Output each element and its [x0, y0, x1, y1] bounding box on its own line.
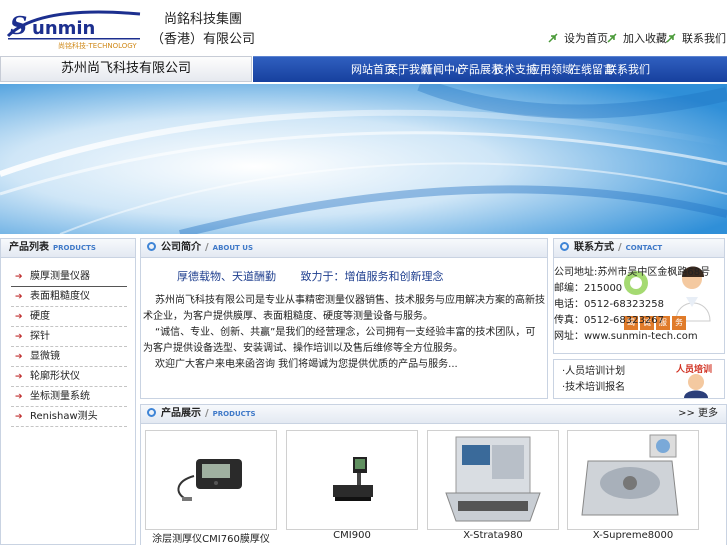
product-category-item[interactable]: ➔ 表面粗糙度仪 — [11, 287, 127, 307]
contact-us-link[interactable]: 联系我们 — [666, 30, 726, 46]
about-paragraph: 苏州尚飞科技有限公司是专业从事精密测量仪器销售、技术服务与应用解决方案的高新技术… — [143, 295, 545, 322]
training-panel: ·人员培训计划 ·技术培训报名 人员培训 — [553, 359, 725, 399]
leaf-icon — [607, 33, 617, 43]
product-thumbnail[interactable] — [427, 430, 559, 530]
bullet-circle-icon — [560, 242, 569, 251]
bullet-circle-icon — [147, 242, 156, 251]
nav-contact[interactable]: 联系我们 — [606, 57, 650, 83]
company-slogan: 厚德载物、天道酬勤 致力于：增值服务和创新理念 — [177, 270, 444, 283]
company-logo[interactable]: S unmin 尚铭科技-TECHNOLOGY — [4, 6, 144, 50]
product-thumbnail[interactable] — [145, 430, 277, 530]
product-list-panel: 产品列表 PRODUCTS ➔ 膜厚测量仪器 ➔ 表面粗糙度仪 ➔ 硬度 ➔ 探针 ➔ 显微… — [0, 238, 136, 545]
nav-applications[interactable]: 应用领域 — [529, 57, 573, 83]
product-category-label: 显微镜 — [30, 351, 60, 362]
main-nav: 网站首页 关于我们 新闻中心 产品展示 技术支持 应用领域 在线留言 联系我们 — [253, 56, 727, 82]
about-title-en: ABOUT US — [212, 244, 253, 252]
contact-zip: 邮编：215000 — [554, 283, 623, 294]
contact-address: 公司地址:苏州市吴中区金枫路68号 — [554, 267, 711, 278]
contact-fax: 传真：0512-68323267 — [554, 315, 664, 326]
about-header: 公司简介 / ABOUT US — [141, 239, 547, 258]
contact-title: 联系方式 — [574, 242, 614, 253]
contact-website[interactable]: 网址：www.sunmin-tech.com — [554, 329, 724, 345]
product-category-label: 硬度 — [30, 311, 50, 322]
product-caption[interactable]: X-Supreme8000 — [567, 530, 699, 541]
svg-text:尚铭科技-TECHNOLOGY: 尚铭科技-TECHNOLOGY — [58, 41, 137, 50]
bullet-circle-icon — [147, 408, 156, 417]
product-category-label: 探针 — [30, 331, 50, 342]
x-supreme8000-image — [581, 434, 679, 516]
product-category-item[interactable]: ➔ Renishaw测头 — [11, 407, 127, 427]
product-caption[interactable]: X-Strata980 — [427, 530, 559, 541]
logo-wordmark: S — [10, 11, 27, 40]
svg-text:unmin: unmin — [32, 18, 95, 39]
about-title: 公司简介 — [161, 242, 201, 253]
contact-header: 联系方式 / CONTACT — [554, 239, 724, 258]
cmi900-image — [333, 457, 373, 501]
arrow-icon: ➔ — [15, 412, 23, 422]
showcase-title-en: PRODUCTS — [212, 410, 256, 418]
group-name-line1: 尚銘科技集團 — [163, 12, 242, 27]
training-link[interactable]: ·技术培训报名 — [562, 380, 625, 396]
contact-us-label: 联系我们 — [682, 32, 726, 45]
coating-gauge-image — [177, 459, 242, 501]
product-list-title-en: PRODUCTS — [53, 244, 96, 252]
showcase-title: 产品展示 — [161, 408, 201, 419]
product-category-label: 膜厚测量仪器 — [30, 271, 90, 282]
title-slash: / — [205, 242, 209, 253]
title-slash: / — [618, 242, 622, 253]
about-readmore[interactable]: 欢迎广大客户来电来函咨询 我们将竭诚为您提供优质的产品与服务... — [143, 357, 545, 373]
add-favorite-label: 加入收藏 — [623, 32, 667, 45]
training-link[interactable]: ·人员培训计划 — [562, 364, 625, 380]
product-category-item[interactable]: ➔ 硬度 — [11, 307, 127, 327]
more-link[interactable]: >> 更多 — [678, 405, 718, 423]
contact-phone: 电话：0512-68323258 — [554, 299, 664, 310]
leaf-icon — [666, 33, 676, 43]
product-category-item[interactable]: ➔ 显微镜 — [11, 347, 127, 367]
hero-banner — [0, 84, 727, 234]
title-slash: / — [205, 408, 209, 419]
banner-graphic — [0, 84, 727, 234]
product-category-label: 表面粗糙度仪 — [30, 291, 90, 302]
group-name: 尚銘科技集團 （香港）有限公司 — [148, 10, 258, 50]
arrow-icon: ➔ — [15, 312, 23, 322]
set-homepage-link[interactable]: 设为首页 — [548, 30, 608, 46]
arrow-icon: ➔ — [15, 352, 23, 362]
contact-panel: 联系方式 / CONTACT 竭诚服务 公司地址:苏州市吴中区金枫路68号 邮编：2… — [553, 238, 725, 354]
product-category-item[interactable]: ➔ 轮廓形状仪 — [11, 367, 127, 387]
product-list-title: 产品列表 — [9, 242, 49, 253]
product-list-header: 产品列表 PRODUCTS — [1, 239, 135, 258]
product-thumbnail[interactable] — [286, 430, 418, 530]
product-caption[interactable]: 涂层测厚仪CMI760膜厚仪 — [145, 530, 277, 545]
training-badge: 人员培训 — [676, 365, 713, 375]
arrow-icon: ➔ — [15, 392, 23, 402]
about-panel: 公司简介 / ABOUT US 厚德载物、天道酬勤 致力于：增值服务和创新理念 苏州… — [140, 238, 548, 399]
product-category-label: 坐标测量系统 — [30, 391, 90, 402]
arrow-icon: ➔ — [15, 272, 23, 282]
add-favorite-link[interactable]: 加入收藏 — [607, 30, 667, 46]
about-paragraph: “诚信、专业、创新、共赢”是我们的经营理念，公司拥有一支经验丰富的技术团队，可为… — [143, 327, 536, 354]
showcase-header: 产品展示 / PRODUCTS >> 更多 — [141, 405, 726, 424]
product-category-item[interactable]: ➔ 膜厚测量仪器 — [11, 267, 127, 287]
arrow-icon: ➔ — [15, 332, 23, 342]
product-category-item[interactable]: ➔ 探针 — [11, 327, 127, 347]
x-strata980-image — [445, 436, 541, 522]
arrow-icon: ➔ — [15, 292, 23, 302]
product-category-item[interactable]: ➔ 坐标测量系统 — [11, 387, 127, 407]
arrow-icon: ➔ — [15, 372, 23, 382]
group-name-line2: （香港）有限公司 — [150, 32, 255, 47]
product-category-label: Renishaw测头 — [30, 411, 98, 422]
company-name-bar: 苏州尚飞科技有限公司 — [0, 56, 252, 82]
site-header: S unmin 尚铭科技-TECHNOLOGY 尚銘科技集團 （香港）有限公司 … — [0, 0, 727, 56]
set-homepage-label: 设为首页 — [564, 32, 608, 45]
contact-title-en: CONTACT — [625, 244, 663, 252]
leaf-icon — [548, 33, 558, 43]
contact-info: 公司地址:苏州市吴中区金枫路68号 邮编：215000 电话：0512-6832… — [554, 265, 724, 345]
product-caption[interactable]: CMI900 — [286, 530, 418, 541]
product-category-label: 轮廓形状仪 — [30, 371, 80, 382]
product-thumbnail[interactable] — [567, 430, 699, 530]
